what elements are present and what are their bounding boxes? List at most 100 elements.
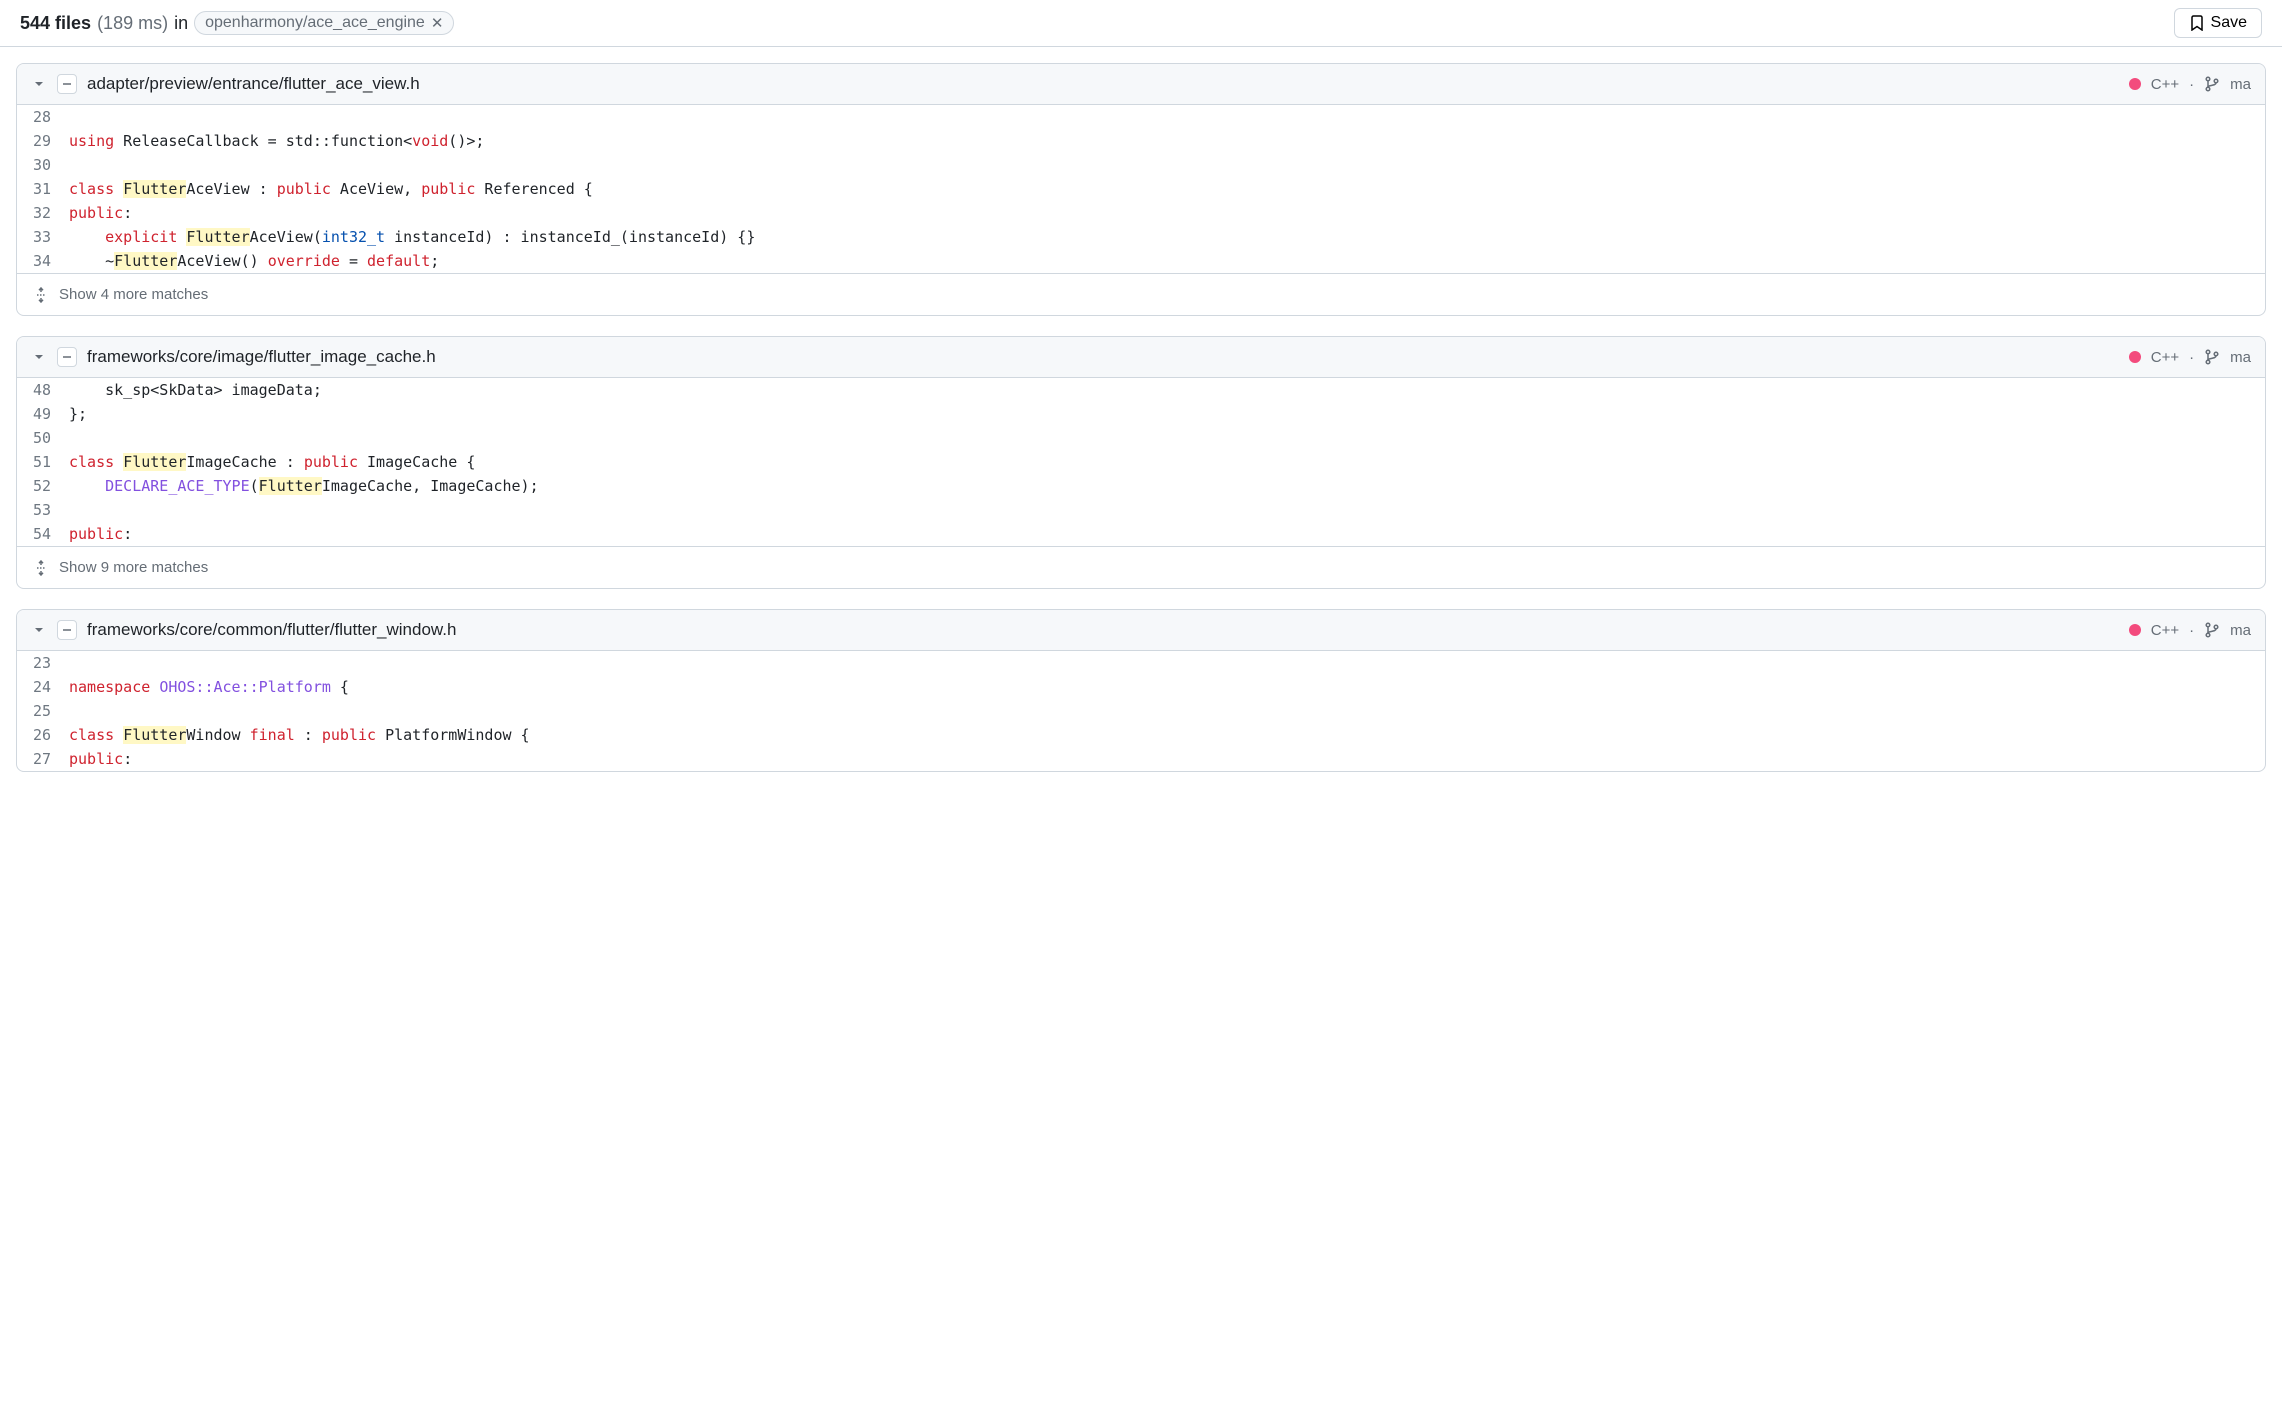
code-text: explicit FlutterAceView(int32_t instance…: [69, 225, 2255, 249]
line-number: 50: [27, 426, 69, 450]
line-number: 26: [27, 723, 69, 747]
line-number: 30: [27, 153, 69, 177]
code-line[interactable]: 31class FlutterAceView : public AceView,…: [17, 177, 2265, 201]
bookmark-icon: [2189, 15, 2205, 31]
language-label: C++: [2151, 76, 2179, 93]
show-more-label: Show 4 more matches: [59, 286, 208, 303]
code-text: using ReleaseCallback = std::function<vo…: [69, 129, 2255, 153]
result-box: adapter/preview/entrance/flutter_ace_vie…: [16, 63, 2266, 316]
branch-label[interactable]: ma: [2230, 349, 2251, 366]
code-text: };: [69, 402, 2255, 426]
separator: ·: [2189, 76, 2194, 93]
code-text: class FlutterAceView : public AceView, p…: [69, 177, 2255, 201]
code-block: 2324namespace OHOS::Ace::Platform {2526c…: [17, 651, 2265, 771]
line-number: 31: [27, 177, 69, 201]
show-more-label: Show 9 more matches: [59, 559, 208, 576]
collapse-icon[interactable]: [57, 74, 77, 94]
close-icon[interactable]: ✕: [431, 14, 444, 32]
expand-icon: [33, 287, 49, 303]
branch-icon: [2204, 622, 2220, 638]
result-box: frameworks/core/image/flutter_image_cach…: [16, 336, 2266, 589]
line-number: 49: [27, 402, 69, 426]
show-more-matches[interactable]: Show 4 more matches: [17, 273, 2265, 315]
code-line[interactable]: 53: [17, 498, 2265, 522]
results-top-bar: 544 files (189 ms) in openharmony/ace_ac…: [0, 0, 2282, 47]
line-number: 27: [27, 747, 69, 771]
file-path[interactable]: frameworks/core/common/flutter/flutter_w…: [87, 620, 456, 640]
branch-label[interactable]: ma: [2230, 76, 2251, 93]
chevron-down-icon[interactable]: [31, 76, 47, 92]
branch-icon: [2204, 349, 2220, 365]
line-number: 23: [27, 651, 69, 675]
code-line[interactable]: 27public:: [17, 747, 2265, 771]
line-number: 32: [27, 201, 69, 225]
code-block: 48 sk_sp<SkData> imageData;49};5051class…: [17, 378, 2265, 546]
collapse-icon[interactable]: [57, 347, 77, 367]
result-header: frameworks/core/common/flutter/flutter_w…: [17, 610, 2265, 651]
line-number: 25: [27, 699, 69, 723]
language-dot-icon: [2129, 351, 2141, 363]
code-text: ~FlutterAceView() override = default;: [69, 249, 2255, 273]
result-box: frameworks/core/common/flutter/flutter_w…: [16, 609, 2266, 772]
language-label: C++: [2151, 349, 2179, 366]
code-text: public:: [69, 522, 2255, 546]
code-text: sk_sp<SkData> imageData;: [69, 378, 2255, 402]
code-text: [69, 699, 2255, 723]
save-label: Save: [2211, 14, 2247, 32]
code-text: class FlutterWindow final : public Platf…: [69, 723, 2255, 747]
code-line[interactable]: 24namespace OHOS::Ace::Platform {: [17, 675, 2265, 699]
language-dot-icon: [2129, 624, 2141, 636]
separator: ·: [2189, 349, 2194, 366]
code-line[interactable]: 49};: [17, 402, 2265, 426]
line-number: 52: [27, 474, 69, 498]
code-text: [69, 153, 2255, 177]
code-text: [69, 426, 2255, 450]
code-line[interactable]: 32public:: [17, 201, 2265, 225]
show-more-matches[interactable]: Show 9 more matches: [17, 546, 2265, 588]
repo-filter-chip[interactable]: openharmony/ace_ace_engine ✕: [194, 11, 454, 35]
language-label: C++: [2151, 622, 2179, 639]
expand-icon: [33, 560, 49, 576]
chevron-down-icon[interactable]: [31, 622, 47, 638]
save-button[interactable]: Save: [2174, 8, 2262, 38]
branch-icon: [2204, 76, 2220, 92]
line-number: 34: [27, 249, 69, 273]
code-line[interactable]: 33 explicit FlutterAceView(int32_t insta…: [17, 225, 2265, 249]
result-header: adapter/preview/entrance/flutter_ace_vie…: [17, 64, 2265, 105]
code-block: 2829using ReleaseCallback = std::functio…: [17, 105, 2265, 273]
language-dot-icon: [2129, 78, 2141, 90]
branch-label[interactable]: ma: [2230, 622, 2251, 639]
line-number: 29: [27, 129, 69, 153]
code-line[interactable]: 23: [17, 651, 2265, 675]
code-line[interactable]: 50: [17, 426, 2265, 450]
code-line[interactable]: 29using ReleaseCallback = std::function<…: [17, 129, 2265, 153]
file-path[interactable]: adapter/preview/entrance/flutter_ace_vie…: [87, 74, 420, 94]
code-line[interactable]: 52 DECLARE_ACE_TYPE(FlutterImageCache, I…: [17, 474, 2265, 498]
file-path[interactable]: frameworks/core/image/flutter_image_cach…: [87, 347, 436, 367]
code-line[interactable]: 51class FlutterImageCache : public Image…: [17, 450, 2265, 474]
code-line[interactable]: 28: [17, 105, 2265, 129]
code-line[interactable]: 25: [17, 699, 2265, 723]
code-line[interactable]: 34 ~FlutterAceView() override = default;: [17, 249, 2265, 273]
code-text: public:: [69, 201, 2255, 225]
separator: ·: [2189, 622, 2194, 639]
results-summary: 544 files (189 ms) in openharmony/ace_ac…: [20, 11, 454, 35]
code-line[interactable]: 54public:: [17, 522, 2265, 546]
code-line[interactable]: 48 sk_sp<SkData> imageData;: [17, 378, 2265, 402]
line-number: 24: [27, 675, 69, 699]
line-number: 51: [27, 450, 69, 474]
file-count: 544 files: [20, 13, 91, 34]
line-number: 48: [27, 378, 69, 402]
result-header: frameworks/core/image/flutter_image_cach…: [17, 337, 2265, 378]
repo-name: openharmony/ace_ace_engine: [205, 14, 425, 32]
code-text: [69, 651, 2255, 675]
line-number: 54: [27, 522, 69, 546]
collapse-icon[interactable]: [57, 620, 77, 640]
code-text: [69, 498, 2255, 522]
code-line[interactable]: 30: [17, 153, 2265, 177]
chevron-down-icon[interactable]: [31, 349, 47, 365]
code-text: namespace OHOS::Ace::Platform {: [69, 675, 2255, 699]
in-label: in: [174, 13, 188, 34]
code-text: class FlutterImageCache : public ImageCa…: [69, 450, 2255, 474]
code-line[interactable]: 26class FlutterWindow final : public Pla…: [17, 723, 2265, 747]
